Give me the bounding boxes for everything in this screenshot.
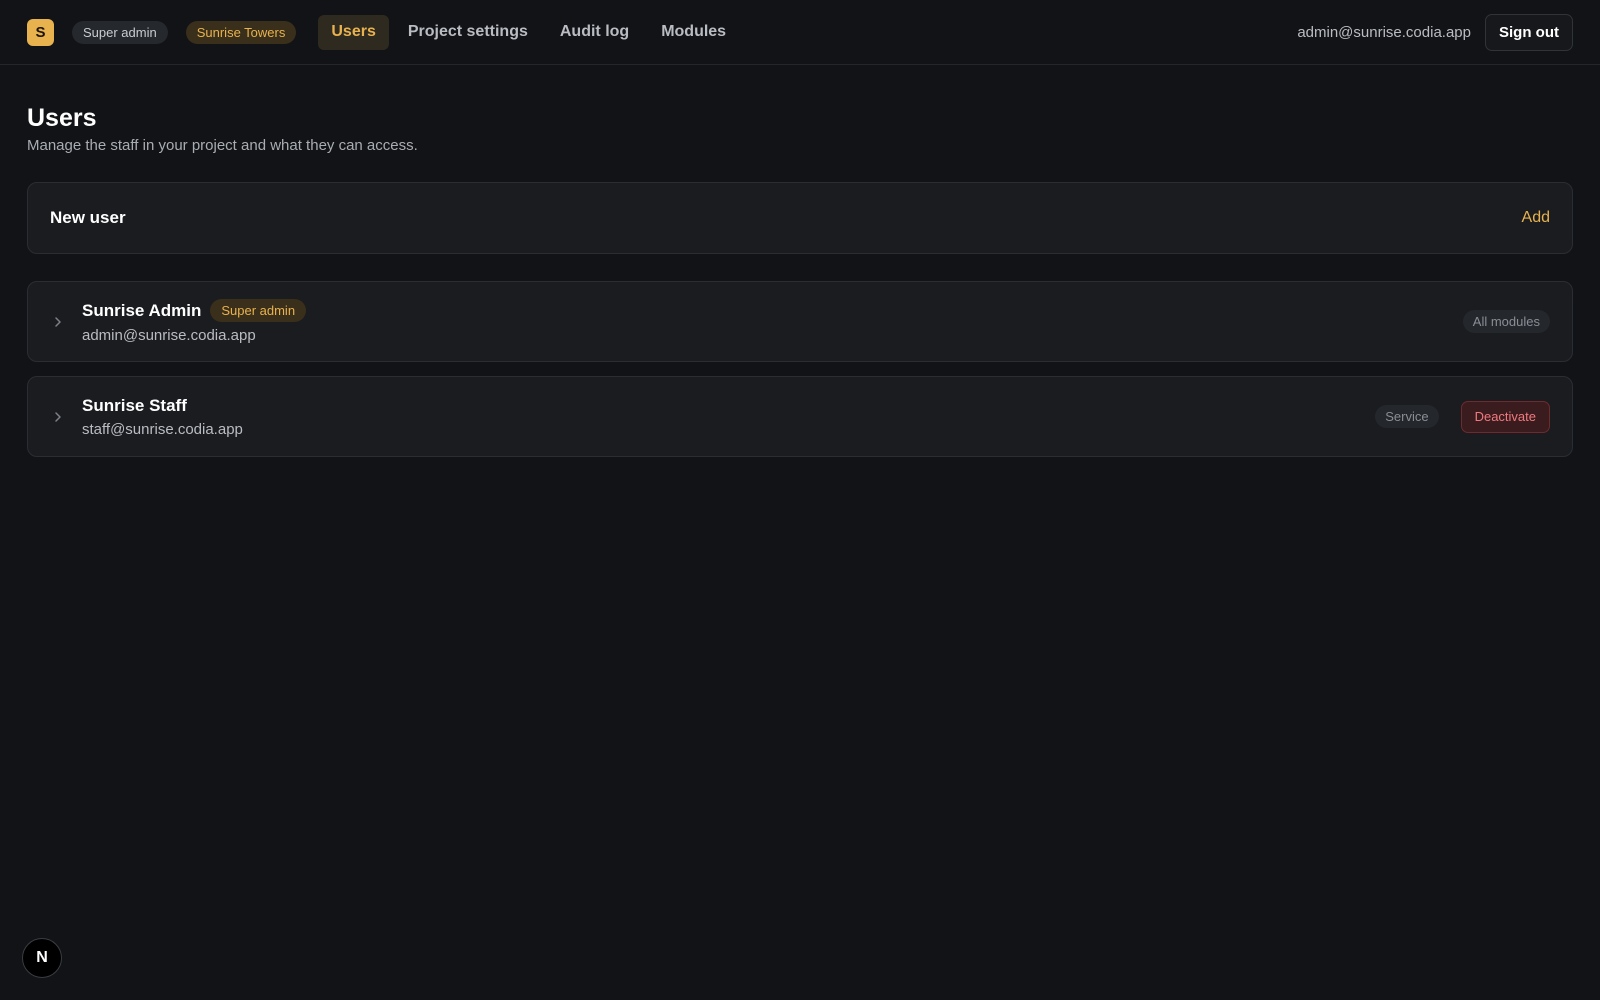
chevron-right-icon[interactable] (52, 315, 66, 329)
main-content: Users Manage the staff in your project a… (27, 104, 1573, 457)
add-user-button[interactable]: Add (1522, 209, 1550, 227)
user-name-row: Sunrise Admin Super admin (82, 299, 307, 322)
user-row[interactable]: Sunrise Admin Super admin admin@sunrise.… (27, 281, 1573, 362)
user-email: staff@sunrise.codia.app (82, 420, 243, 438)
nav-project-settings[interactable]: Project settings (395, 15, 541, 50)
top-navigation-bar: S Super admin Sunrise Towers Users Proje… (0, 0, 1600, 65)
user-info: Sunrise Staff staff@sunrise.codia.app (82, 396, 243, 438)
sign-out-button[interactable]: Sign out (1485, 13, 1573, 51)
deactivate-button[interactable]: Deactivate (1460, 400, 1550, 433)
nav-users[interactable]: Users (318, 14, 389, 50)
nav-modules[interactable]: Modules (648, 15, 739, 50)
role-badge: Super admin (210, 299, 307, 322)
user-info: Sunrise Admin Super admin admin@sunrise.… (82, 299, 307, 344)
user-email: admin@sunrise.codia.app (82, 327, 256, 344)
app-logo[interactable]: S (27, 18, 54, 46)
chevron-right-icon[interactable] (52, 410, 66, 424)
project-pill[interactable]: Sunrise Towers (185, 20, 297, 44)
main-nav: Users Project settings Audit log Modules (318, 14, 739, 50)
user-name-row: Sunrise Staff (82, 396, 243, 416)
user-row[interactable]: Sunrise Staff staff@sunrise.codia.app Se… (27, 376, 1573, 457)
user-name: Sunrise Staff (82, 395, 187, 415)
module-access-badge: All modules (1462, 310, 1550, 333)
dev-tools-badge[interactable]: N (22, 938, 62, 978)
current-user-email: admin@sunrise.codia.app (1297, 23, 1471, 41)
new-user-card[interactable]: New user Add (27, 182, 1573, 254)
page-subtitle: Manage the staff in your project and wha… (27, 137, 418, 154)
new-user-title: New user (50, 208, 126, 227)
nav-audit-log[interactable]: Audit log (547, 15, 642, 50)
module-access-badge: Service (1375, 405, 1439, 428)
user-name: Sunrise Admin (82, 300, 202, 320)
role-pill: Super admin (72, 20, 168, 44)
page-title: Users (27, 104, 97, 132)
